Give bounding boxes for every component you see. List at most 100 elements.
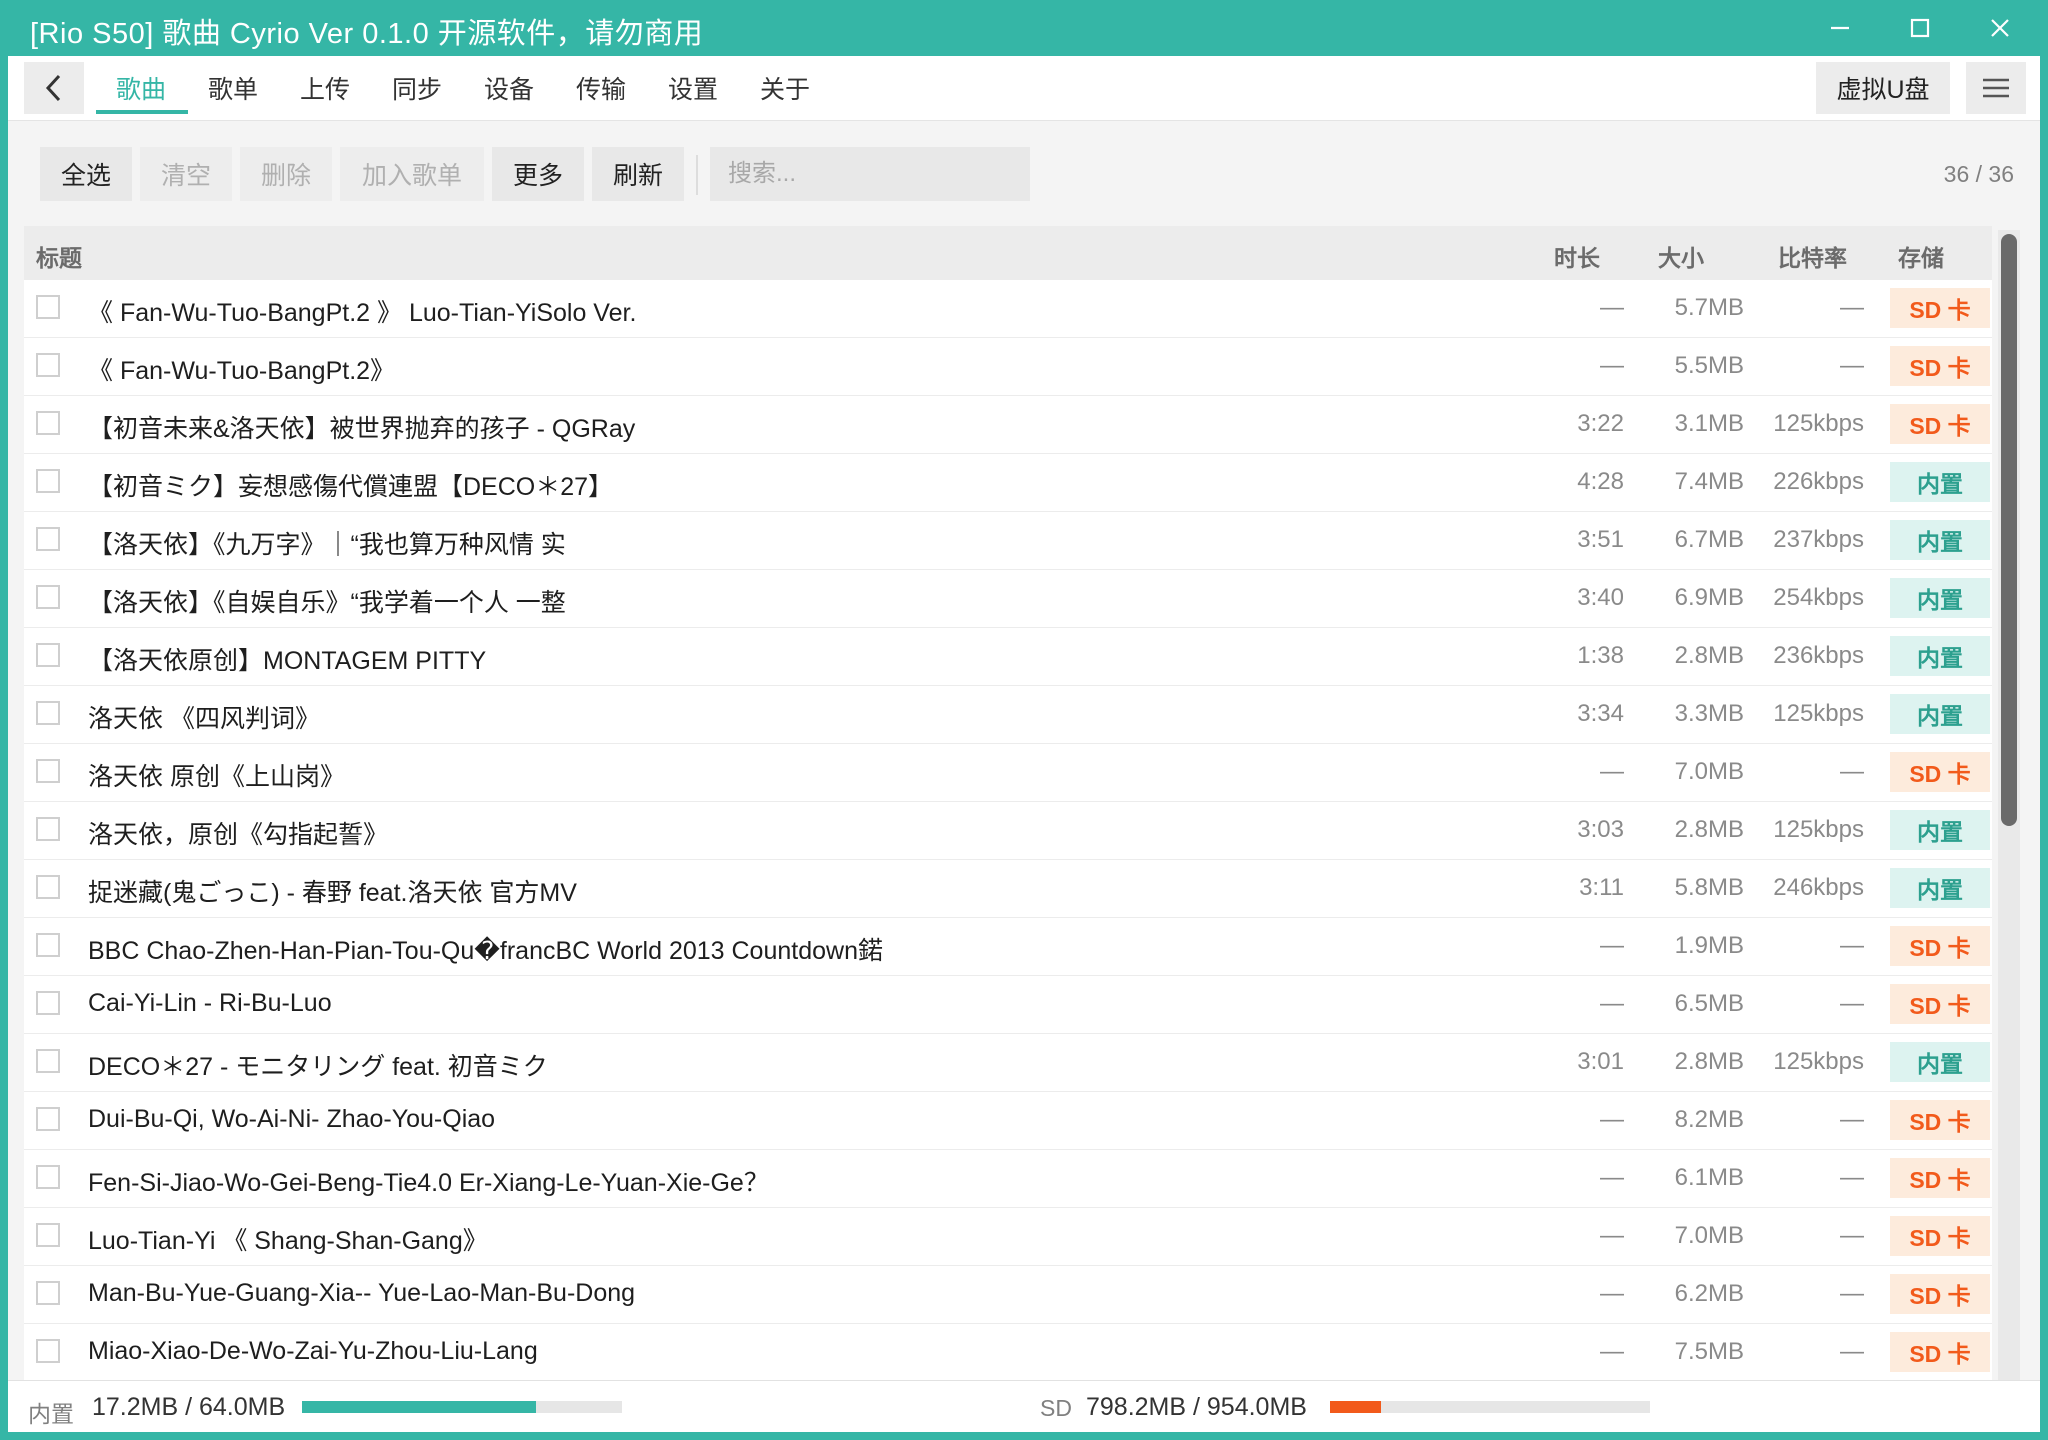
song-count: 36 / 36 <box>1943 161 2014 187</box>
tab-transfer[interactable]: 传输 <box>576 70 626 106</box>
storage-badge: SD 卡 <box>1890 1100 1990 1140</box>
row-checkbox[interactable] <box>36 1107 60 1131</box>
scrollbar-thumb[interactable] <box>2001 234 2017 826</box>
song-bitrate: 226kbps <box>1773 468 1864 495</box>
table-row[interactable]: Miao-Xiao-De-Wo-Zai-Yu-Zhou-Liu-Lang — 7.5… <box>24 1324 1992 1380</box>
table-row[interactable]: Fen-Si-Jiao-Wo-Gei-Beng-Tie4.0 Er-Xiang-… <box>24 1150 1992 1208</box>
song-title: Dui-Bu-Qi, Wo-Ai-Ni- Zhao-You-Qiao <box>88 1105 496 1133</box>
row-checkbox[interactable] <box>36 295 60 319</box>
tab-playlists[interactable]: 歌单 <box>208 70 258 106</box>
song-duration: — <box>1600 1338 1624 1365</box>
row-checkbox[interactable] <box>36 411 60 435</box>
header-title[interactable]: 标题 <box>36 239 82 273</box>
table-row[interactable]: 捉迷藏(鬼ごっこ) - 春野 feat.洛天依 官方MV 3:11 5.8MB 246… <box>24 860 1992 918</box>
row-checkbox[interactable] <box>36 1049 60 1073</box>
add-to-playlist-button[interactable]: 加入歌单 <box>340 147 484 201</box>
song-title: 【初音未来&洛天依】被世界抛弃的孩子 - QGRay <box>88 415 636 443</box>
song-duration: 3:01 <box>1577 1048 1624 1075</box>
song-size: 6.1MB <box>1674 1164 1744 1191</box>
internal-storage-label: 内置 <box>28 1401 74 1427</box>
song-bitrate: 236kbps <box>1773 642 1864 669</box>
table-row[interactable]: Man-Bu-Yue-Guang-Xia-- Yue-Lao-Man-Bu-Do… <box>24 1266 1992 1324</box>
table-row[interactable]: 【洛天依】《自娱自乐》“我学着一个人 一整 3:40 6.9MB 254kbps 内置 <box>24 570 1992 628</box>
song-size: 7.5MB <box>1674 1338 1744 1365</box>
menu-button[interactable] <box>1966 62 2026 114</box>
storage-badge: SD 卡 <box>1890 1332 1990 1372</box>
table-row[interactable]: Dui-Bu-Qi, Wo-Ai-Ni- Zhao-You-Qiao — 8.2MB… <box>24 1092 1992 1150</box>
virtual-usb-button[interactable]: 虚拟U盘 <box>1816 62 1950 114</box>
table-row[interactable]: 洛天依 《四风判词》 3:34 3.3MB 125kbps 内置 <box>24 686 1992 744</box>
song-size: 2.8MB <box>1674 642 1744 669</box>
table-row[interactable]: Cai-Yi-Lin - Ri-Bu-Luo — 6.5MB — SD 卡 <box>24 976 1992 1034</box>
row-checkbox[interactable] <box>36 1339 60 1363</box>
row-checkbox[interactable] <box>36 1165 60 1189</box>
song-size: 2.8MB <box>1674 1048 1744 1075</box>
table-row[interactable]: 洛天依，原创《勾指起誓》 3:03 2.8MB 125kbps 内置 <box>24 802 1992 860</box>
minimize-button[interactable] <box>1800 0 1880 56</box>
table-row[interactable]: 《 Fan-Wu-Tuo-BangPt.2 》 Luo-Tian-YiSolo … <box>24 280 1992 338</box>
table-row[interactable]: BBC Chao-Zhen-Han-Pian-Tou-Qu�francBC Wo… <box>24 918 1992 976</box>
tab-device[interactable]: 设备 <box>484 70 534 106</box>
maximize-icon <box>1910 18 1930 38</box>
table-row[interactable]: 【初音未来&洛天依】被世界抛弃的孩子 - QGRay 3:22 3.1MB 125kb… <box>24 396 1992 454</box>
song-size: 1.9MB <box>1674 932 1744 959</box>
song-duration: 3:03 <box>1577 816 1624 843</box>
header-size[interactable]: 大小 <box>1658 239 1704 273</box>
storage-badge: 内置 <box>1890 520 1990 560</box>
song-bitrate: — <box>1840 1280 1864 1307</box>
row-checkbox[interactable] <box>36 991 60 1015</box>
select-all-button[interactable]: 全选 <box>40 147 132 201</box>
more-button[interactable]: 更多 <box>492 147 584 201</box>
status-bar: 内置 17.2MB / 64.0MB SD 798.2MB / 954.0MB <box>8 1380 2040 1432</box>
tab-settings[interactable]: 设置 <box>668 70 718 106</box>
table-row[interactable]: 洛天依 原创《上山岗》 — 7.0MB — SD 卡 <box>24 744 1992 802</box>
row-checkbox[interactable] <box>36 1281 60 1305</box>
song-duration: — <box>1600 1222 1624 1249</box>
song-title: 洛天依，原创《勾指起誓》 <box>88 821 389 849</box>
row-checkbox[interactable] <box>36 759 60 783</box>
song-title: 《 Fan-Wu-Tuo-BangPt.2 》 Luo-Tian-YiSolo … <box>88 299 637 327</box>
maximize-button[interactable] <box>1880 0 1960 56</box>
header-bitrate[interactable]: 比特率 <box>1778 239 1847 273</box>
row-checkbox[interactable] <box>36 643 60 667</box>
song-duration: — <box>1600 1106 1624 1133</box>
table-row[interactable]: 【洛天依原创】MONTAGEM PITTY 1:38 2.8MB 236kbps 内置 <box>24 628 1992 686</box>
close-button[interactable] <box>1960 0 2040 56</box>
row-checkbox[interactable] <box>36 817 60 841</box>
tab-about[interactable]: 关于 <box>760 70 810 106</box>
row-checkbox[interactable] <box>36 585 60 609</box>
table-row[interactable]: 《 Fan-Wu-Tuo-BangPt.2》 — 5.5MB — SD 卡 <box>24 338 1992 396</box>
refresh-button[interactable]: 刷新 <box>592 147 684 201</box>
row-checkbox[interactable] <box>36 875 60 899</box>
song-bitrate: 237kbps <box>1773 526 1864 553</box>
header-storage[interactable]: 存储 <box>1898 239 1944 273</box>
table-row[interactable]: DECO＊27 - モニタリング feat. 初音ミク 3:01 2.8MB 125k… <box>24 1034 1992 1092</box>
storage-badge: 内置 <box>1890 462 1990 502</box>
tab-songs[interactable]: 歌曲 <box>116 70 166 106</box>
row-checkbox[interactable] <box>36 1223 60 1247</box>
tab-sync[interactable]: 同步 <box>392 70 442 106</box>
row-checkbox[interactable] <box>36 353 60 377</box>
row-checkbox[interactable] <box>36 701 60 725</box>
header-duration[interactable]: 时长 <box>1554 239 1600 273</box>
title-bar[interactable]: [Rio S50] 歌曲 Cyrio Ver 0.1.0 开源软件，请勿商用 <box>0 0 2048 56</box>
song-bitrate: — <box>1840 352 1864 379</box>
row-checkbox[interactable] <box>36 527 60 551</box>
row-checkbox[interactable] <box>36 469 60 493</box>
search-input[interactable] <box>710 147 1030 201</box>
song-title: BBC Chao-Zhen-Han-Pian-Tou-Qu�francBC Wo… <box>88 937 883 965</box>
song-duration: 3:11 <box>1579 874 1624 901</box>
table-row[interactable]: 【初音ミク】妄想感傷代償連盟【DECO＊27】 4:28 7.4MB 226kbps 内… <box>24 454 1992 512</box>
back-button[interactable] <box>24 62 84 114</box>
hamburger-menu-icon <box>1983 78 2009 98</box>
sd-storage-bar <box>1330 1401 1650 1413</box>
row-checkbox[interactable] <box>36 933 60 957</box>
table-row[interactable]: Luo-Tian-Yi 《 Shang-Shan-Gang》 — 7.0MB — SD … <box>24 1208 1992 1266</box>
clear-button[interactable]: 清空 <box>140 147 232 201</box>
song-duration: 3:51 <box>1577 526 1624 553</box>
table-row[interactable]: 【洛天依】《九万字》｜“我也算万种风情 实 3:51 6.7MB 237kbps 内置 <box>24 512 1992 570</box>
delete-button[interactable]: 删除 <box>240 147 332 201</box>
tab-upload[interactable]: 上传 <box>300 70 350 106</box>
song-duration: — <box>1600 1164 1624 1191</box>
storage-badge: 内置 <box>1890 636 1990 676</box>
